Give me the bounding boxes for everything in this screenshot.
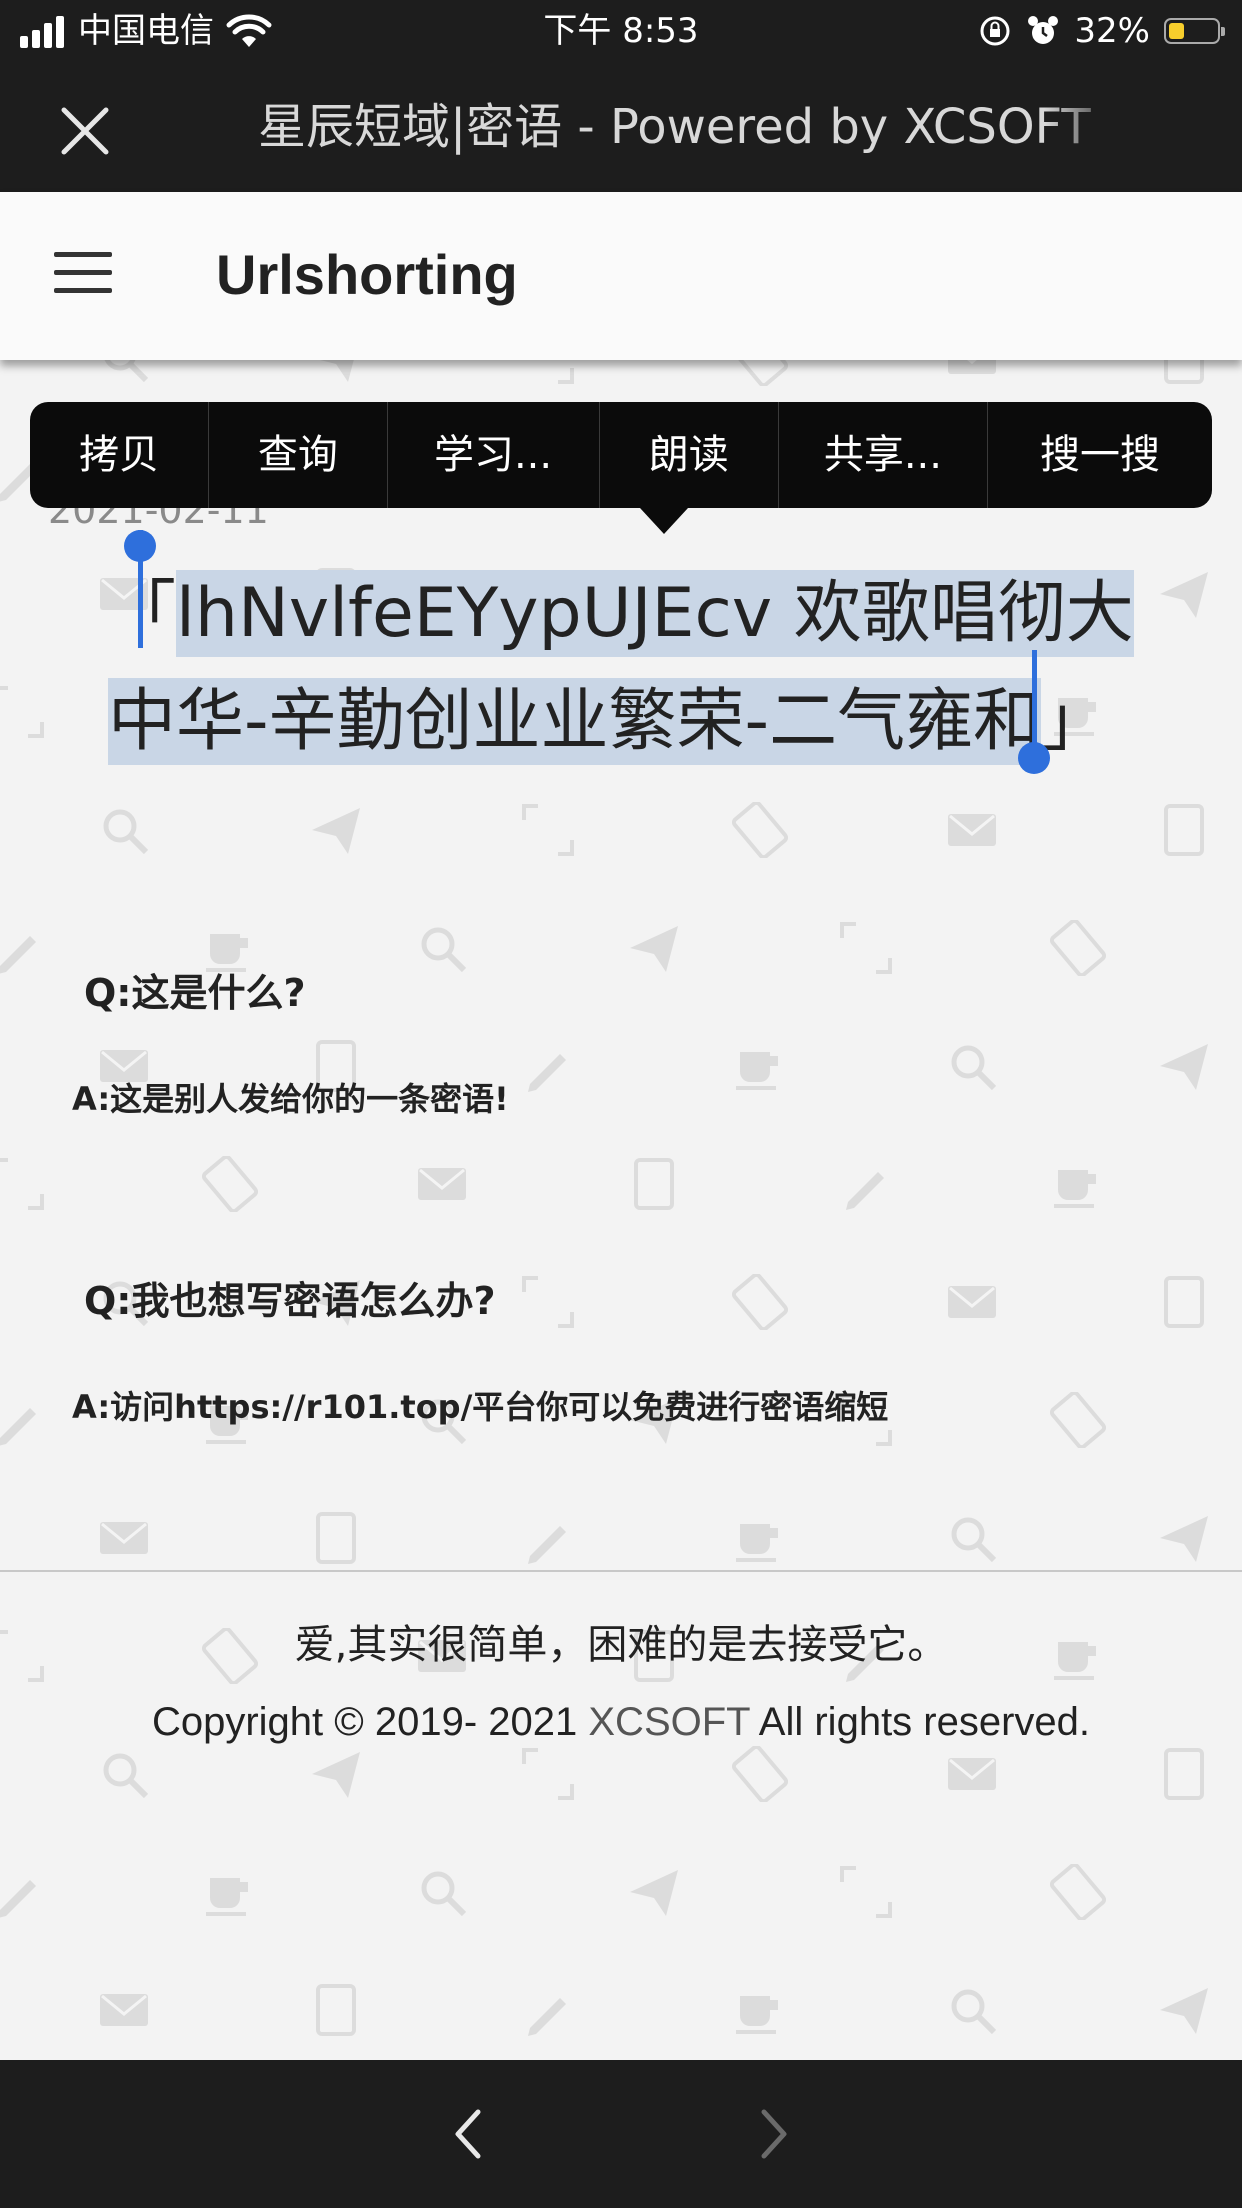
- menu-item-search[interactable]: 搜一搜: [988, 402, 1212, 508]
- close-icon[interactable]: [50, 96, 120, 166]
- title-fade: [1044, 96, 1124, 158]
- plane-watermark-icon: [312, 808, 360, 854]
- brand-link[interactable]: XCSOFT: [588, 1700, 750, 1744]
- forward-icon[interactable]: [742, 2104, 802, 2164]
- rotation-lock-icon: [980, 16, 1010, 46]
- search-watermark-icon: [421, 927, 467, 973]
- app-header: Urlshorting: [0, 192, 1242, 360]
- back-icon[interactable]: [440, 2104, 500, 2164]
- expand-watermark-icon: [0, 686, 44, 738]
- menu-item-copy[interactable]: 拷贝: [30, 402, 210, 508]
- close-quote: 」: [1041, 682, 1110, 761]
- search-watermark-icon: [103, 1753, 149, 1799]
- browser-bottom-bar: [0, 2060, 1242, 2208]
- selection-end-handle[interactable]: [1018, 650, 1050, 774]
- selection-start-handle[interactable]: [124, 530, 156, 648]
- tablet-watermark-icon: [634, 1158, 674, 1210]
- tablet-watermark-icon: [1164, 804, 1204, 856]
- phone-watermark-icon: [1050, 920, 1106, 976]
- expand-watermark-icon: [840, 922, 892, 974]
- menu-item-speak[interactable]: 朗读: [600, 402, 779, 508]
- expand-watermark-icon: [0, 1158, 44, 1210]
- copyright-prefix: Copyright © 2019- 2021: [151, 1700, 589, 1744]
- app-title: Urlshorting: [216, 243, 518, 306]
- expand-watermark-icon: [522, 804, 574, 856]
- tablet-watermark-icon: [1164, 1748, 1204, 1800]
- cup-watermark-icon: [736, 1524, 778, 1562]
- cup-watermark-icon: [736, 1996, 778, 2034]
- pencil-watermark-icon: [528, 1054, 566, 1092]
- tablet-watermark-icon: [316, 1512, 356, 1564]
- pencil-watermark-icon: [0, 1408, 36, 1446]
- search-watermark-icon: [951, 1045, 997, 1091]
- hamburger-icon[interactable]: [54, 252, 112, 298]
- status-right: 32%: [978, 8, 1225, 54]
- faq-answer: A:这是别人发给你的一条密语!: [72, 1080, 509, 1118]
- pencil-watermark-icon: [0, 936, 36, 974]
- mail-watermark-icon: [100, 1522, 148, 1554]
- faq-answer: A:访问https://r101.top/平台你可以免费进行密语缩短: [72, 1388, 889, 1426]
- plane-watermark-icon: [630, 926, 678, 972]
- plane-watermark-icon: [1160, 1044, 1208, 1090]
- pencil-watermark-icon: [846, 1172, 884, 1210]
- pencil-watermark-icon: [528, 1998, 566, 2036]
- window-title: 星辰短域|密语 - Powered by XCSOFT: [258, 99, 1091, 155]
- footer-copyright: Copyright © 2019- 2021 XCSOFT All rights…: [0, 1700, 1242, 1745]
- battery-icon: [1164, 18, 1225, 44]
- pencil-watermark-icon: [0, 1880, 36, 1918]
- battery-level: [1169, 23, 1184, 39]
- phone-watermark-icon: [202, 1156, 258, 1212]
- tablet-watermark-icon: [316, 1984, 356, 2036]
- plane-watermark-icon: [312, 1752, 360, 1798]
- faq-question: Q:这是什么?: [84, 971, 306, 1015]
- selected-text[interactable]: lhNvlfeEYypUJEcv 欢歌唱彻大中华-辛勤创业业繁荣-二气雍和: [108, 570, 1134, 765]
- menu-item-learn[interactable]: 学习...: [388, 402, 600, 508]
- plane-watermark-icon: [1160, 1988, 1208, 2034]
- phone-watermark-icon: [732, 1274, 788, 1330]
- mail-watermark-icon: [948, 814, 996, 846]
- plane-watermark-icon: [1160, 1516, 1208, 1562]
- copyright-suffix: All rights reserved.: [749, 1700, 1091, 1744]
- context-menu-pointer: [640, 508, 688, 534]
- plane-watermark-icon: [630, 1870, 678, 1916]
- phone-watermark-icon: [732, 802, 788, 858]
- menu-item-lookup[interactable]: 查询: [209, 402, 388, 508]
- expand-watermark-icon: [522, 1748, 574, 1800]
- search-watermark-icon: [103, 809, 149, 855]
- mail-watermark-icon: [948, 1286, 996, 1318]
- phone-watermark-icon: [1050, 1392, 1106, 1448]
- expand-watermark-icon: [840, 1866, 892, 1918]
- cup-watermark-icon: [1054, 1170, 1096, 1208]
- search-watermark-icon: [951, 1989, 997, 2035]
- phone-watermark-icon: [1050, 1864, 1106, 1920]
- faq-question: Q:我也想写密语怎么办?: [84, 1279, 496, 1323]
- battery-percent: 32%: [1074, 11, 1150, 51]
- menu-item-share[interactable]: 共享...: [779, 402, 988, 508]
- tablet-watermark-icon: [1164, 1276, 1204, 1328]
- footer-divider: [0, 1570, 1242, 1572]
- search-watermark-icon: [951, 1517, 997, 1563]
- mail-watermark-icon: [418, 1168, 466, 1200]
- footer-quote: 爱,其实很简单，困难的是去接受它。: [294, 1622, 948, 1668]
- search-watermark-icon: [421, 1871, 467, 1917]
- cup-watermark-icon: [206, 1878, 248, 1916]
- status-bar: 中国电信 下午 8:53 32%: [0, 0, 1242, 62]
- pencil-watermark-icon: [528, 1526, 566, 1564]
- expand-watermark-icon: [522, 1276, 574, 1328]
- text-context-menu: 拷贝 查询 学习... 朗读 共享... 搜一搜: [30, 402, 1212, 508]
- cup-watermark-icon: [736, 1052, 778, 1090]
- mail-watermark-icon: [948, 1758, 996, 1790]
- alarm-icon: [1028, 16, 1059, 44]
- phone-watermark-icon: [732, 1746, 788, 1802]
- mail-watermark-icon: [100, 1994, 148, 2026]
